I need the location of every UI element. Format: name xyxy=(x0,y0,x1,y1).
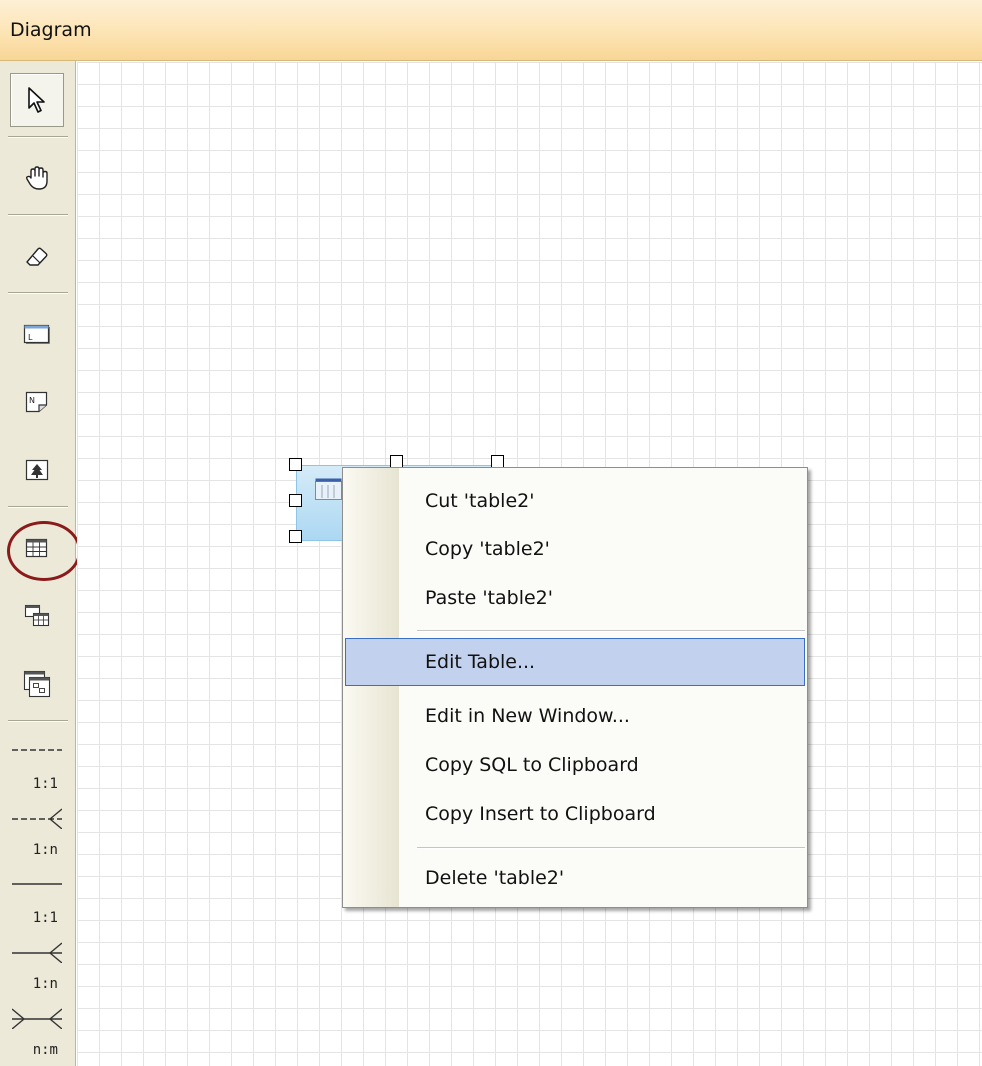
menu-item-copy[interactable]: Copy 'table2' xyxy=(345,525,805,573)
context-menu: Cut 'table2' Copy 'table2' Paste 'table2… xyxy=(342,467,808,908)
toolbar-separator xyxy=(8,720,68,722)
view-tool-button[interactable] xyxy=(10,589,64,643)
menu-item-delete[interactable]: Delete 'table2' xyxy=(345,854,805,902)
menu-item-label: Edit Table... xyxy=(425,651,536,673)
menu-item-cut[interactable]: Cut 'table2' xyxy=(345,477,805,525)
menu-separator xyxy=(417,847,805,849)
table-tool-highlight-circle xyxy=(7,521,81,581)
layer-tool-button[interactable] xyxy=(10,657,64,711)
relation-one-to-one-solid-button[interactable]: 1:1 xyxy=(10,871,64,929)
solid-line-icon xyxy=(12,883,62,885)
menu-item-label: Cut 'table2' xyxy=(425,490,535,512)
relation-label: 1:1 xyxy=(32,910,58,926)
svg-text:N: N xyxy=(29,396,35,405)
relation-label: n:m xyxy=(32,1042,58,1058)
menu-item-label: Edit in New Window... xyxy=(425,705,630,727)
menu-separator xyxy=(417,630,805,632)
toolbar-separator xyxy=(8,292,68,294)
menu-item-copy-insert[interactable]: Copy Insert to Clipboard xyxy=(345,790,805,838)
eraser-tool-button[interactable] xyxy=(10,229,64,283)
menu-item-label: Copy Insert to Clipboard xyxy=(425,803,656,825)
many-to-many-icon xyxy=(12,1008,62,1029)
hand-icon xyxy=(25,166,48,190)
dashed-line-icon xyxy=(12,749,62,751)
relation-label: 1:1 xyxy=(32,776,58,792)
label-box-icon: L xyxy=(23,324,50,344)
toolbar-separator xyxy=(8,506,68,508)
pointer-arrow-icon xyxy=(28,87,45,113)
resize-handle-middle-left[interactable] xyxy=(289,494,302,507)
menu-item-label: Copy 'table2' xyxy=(425,538,550,560)
menu-item-label: Copy SQL to Clipboard xyxy=(425,754,639,776)
note-tool-button[interactable]: N xyxy=(10,375,64,429)
svg-text:L: L xyxy=(28,333,33,342)
relation-one-to-one-dashed-button[interactable]: 1:1 xyxy=(10,737,64,795)
dashed-crowfoot-icon xyxy=(12,808,62,829)
solid-crowfoot-icon xyxy=(12,942,62,963)
image-tool-button[interactable] xyxy=(10,443,64,497)
relation-one-to-many-dashed-button[interactable]: 1:n xyxy=(10,803,64,861)
image-icon xyxy=(25,459,49,481)
diagram-panel-titlebar: Diagram xyxy=(0,0,982,61)
menu-item-copy-sql[interactable]: Copy SQL to Clipboard xyxy=(345,741,805,789)
view-icon xyxy=(24,604,50,627)
diagram-toolbar: L N 1:1 1:n 1:1 1:n n:m xyxy=(0,61,81,1066)
select-tool-button[interactable] xyxy=(10,73,64,127)
relation-label: 1:n xyxy=(32,842,58,858)
menu-item-label: Delete 'table2' xyxy=(425,867,565,889)
relation-label: 1:n xyxy=(32,976,58,992)
layer-icon xyxy=(23,670,51,698)
note-icon: N xyxy=(25,391,48,413)
menu-item-paste[interactable]: Paste 'table2' xyxy=(345,574,805,622)
table-icon xyxy=(315,478,342,500)
resize-handle-bottom-left[interactable] xyxy=(289,530,302,543)
menu-item-edit-table[interactable]: Edit Table... xyxy=(345,638,805,686)
resize-handle-top-left[interactable] xyxy=(289,458,302,471)
pan-tool-button[interactable] xyxy=(10,151,64,205)
label-tool-button[interactable]: L xyxy=(10,307,64,361)
relation-one-to-many-solid-button[interactable]: 1:n xyxy=(10,937,64,995)
menu-item-edit-in-new-window[interactable]: Edit in New Window... xyxy=(345,692,805,740)
menu-item-label: Paste 'table2' xyxy=(425,587,553,609)
eraser-icon xyxy=(26,247,48,266)
panel-title: Diagram xyxy=(10,19,92,41)
relation-many-to-many-button[interactable]: n:m xyxy=(10,1003,64,1061)
toolbar-separator xyxy=(8,136,68,138)
toolbar-separator xyxy=(8,214,68,216)
